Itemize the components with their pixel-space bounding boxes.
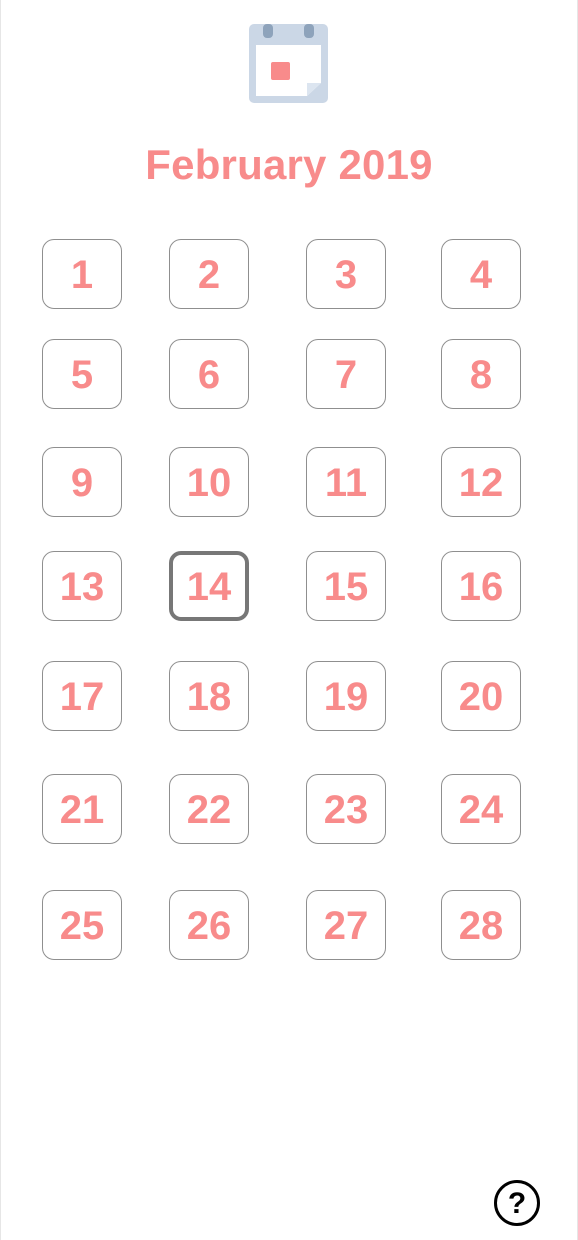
day-button-15[interactable]: 15 [306,551,386,621]
day-button-13[interactable]: 13 [42,551,122,621]
page-title: February 2019 [145,141,433,188]
day-button-8[interactable]: 8 [441,339,521,409]
day-button-2[interactable]: 2 [169,239,249,309]
calendar-icon [249,24,328,103]
help-icon[interactable]: ? [494,1180,540,1226]
day-button-5[interactable]: 5 [42,339,122,409]
day-button-28[interactable]: 28 [441,890,521,960]
day-button-25[interactable]: 25 [42,890,122,960]
day-button-14-selected[interactable]: 14 [169,551,249,621]
day-button-24[interactable]: 24 [441,774,521,844]
day-button-11[interactable]: 11 [306,447,386,517]
day-button-26[interactable]: 26 [169,890,249,960]
day-button-18[interactable]: 18 [169,661,249,731]
day-button-4[interactable]: 4 [441,239,521,309]
day-button-10[interactable]: 10 [169,447,249,517]
day-button-16[interactable]: 16 [441,551,521,621]
calendar-page: February 2019 1 2 3 4 5 6 7 8 9 10 11 12… [1,0,577,1240]
day-button-22[interactable]: 22 [169,774,249,844]
day-button-21[interactable]: 21 [42,774,122,844]
day-button-6[interactable]: 6 [169,339,249,409]
day-button-12[interactable]: 12 [441,447,521,517]
day-button-27[interactable]: 27 [306,890,386,960]
day-button-9[interactable]: 9 [42,447,122,517]
day-button-20[interactable]: 20 [441,661,521,731]
day-button-17[interactable]: 17 [42,661,122,731]
day-button-3[interactable]: 3 [306,239,386,309]
day-button-23[interactable]: 23 [306,774,386,844]
day-button-7[interactable]: 7 [306,339,386,409]
day-button-1[interactable]: 1 [42,239,122,309]
day-button-19[interactable]: 19 [306,661,386,731]
